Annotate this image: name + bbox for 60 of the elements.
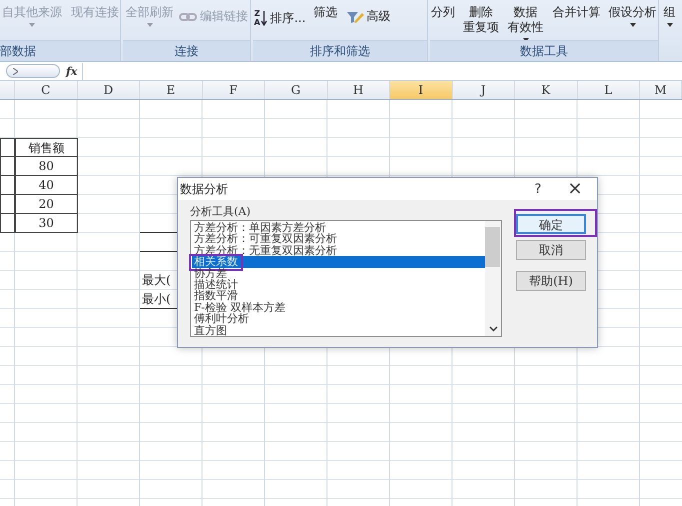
- filter-pencil-icon: [346, 10, 364, 24]
- link-icon: [179, 12, 197, 20]
- sort-icon: Z A: [254, 9, 268, 27]
- cell-text: 最大(: [142, 273, 171, 287]
- dialog-button[interactable]: 帮助(H): [516, 271, 586, 291]
- ribbon-button[interactable]: Z A 排序...: [253, 5, 307, 27]
- table-cell: 销售额: [15, 138, 78, 157]
- group-label: 数据工具: [430, 40, 658, 61]
- ribbon-button[interactable]: 分列: [430, 5, 456, 20]
- column-header[interactable]: L: [578, 81, 640, 99]
- table-cell: 20: [15, 195, 78, 214]
- table-cell: 80: [15, 157, 78, 176]
- list-item[interactable]: 指数平滑: [192, 290, 485, 302]
- column-header[interactable]: D: [78, 81, 140, 99]
- column-header[interactable]: J: [452, 81, 515, 99]
- ribbon-button[interactable]: 筛选: [312, 5, 339, 20]
- table-cell: 30: [15, 214, 78, 233]
- list-item[interactable]: 直方图: [192, 324, 485, 336]
- column-header[interactable]: E: [140, 81, 202, 99]
- column-header[interactable]: I: [390, 81, 452, 99]
- list-item[interactable]: F-检验 双样本方差: [192, 302, 485, 314]
- ribbon-button[interactable]: 假设分析: [607, 5, 658, 27]
- close-button[interactable]: ×: [553, 178, 597, 200]
- table-cell: [0, 195, 15, 214]
- help-button[interactable]: ?: [523, 180, 553, 198]
- expand-icon: [13, 68, 18, 74]
- ribbon-button[interactable]: 删除 重复项: [462, 5, 500, 35]
- table-cell: [0, 138, 15, 157]
- column-header[interactable]: G: [265, 81, 328, 99]
- ribbon-button[interactable]: 高级: [344, 5, 392, 24]
- cell-text: 最小(: [142, 292, 171, 306]
- list-item[interactable]: 描述统计: [192, 278, 485, 290]
- column-header[interactable]: F: [202, 81, 265, 99]
- table-cell: 40: [15, 176, 78, 195]
- dialog-button[interactable]: 确定: [516, 214, 586, 234]
- scroll-thumb[interactable]: [485, 227, 500, 267]
- group-label: 排序和筛选: [253, 40, 427, 61]
- list-label: 分析工具(A): [190, 205, 252, 218]
- ribbon-button[interactable]: 组: [661, 5, 678, 27]
- ribbon-button[interactable]: 数据 有效性: [506, 5, 546, 40]
- dialog-title: 数据分析: [180, 180, 229, 198]
- table-cell: [0, 157, 15, 176]
- ribbon-button[interactable]: 合并计算: [551, 5, 602, 20]
- column-header[interactable]: C: [15, 81, 78, 99]
- scroll-down-icon: [488, 326, 498, 332]
- list-item[interactable]: 方差分析：可重复双因素分析: [192, 233, 485, 245]
- table-cell: [0, 214, 15, 233]
- group-label: 连接: [123, 40, 250, 61]
- table-cell: [0, 176, 15, 195]
- fx-label[interactable]: fx: [66, 64, 82, 78]
- column-header[interactable]: M: [640, 81, 682, 99]
- list-item[interactable]: 方差分析：单因素方差分析: [192, 222, 485, 234]
- column-header[interactable]: K: [515, 81, 578, 99]
- arrow-down-icon: [261, 10, 268, 26]
- list-item[interactable]: 傅利叶分析: [192, 313, 485, 325]
- list-item[interactable]: 相关系数: [192, 256, 485, 268]
- name-box[interactable]: [6, 64, 60, 78]
- scrollbar[interactable]: [485, 221, 501, 336]
- group-label: 部数据: [0, 40, 120, 61]
- dialog-button[interactable]: 取消: [516, 240, 586, 260]
